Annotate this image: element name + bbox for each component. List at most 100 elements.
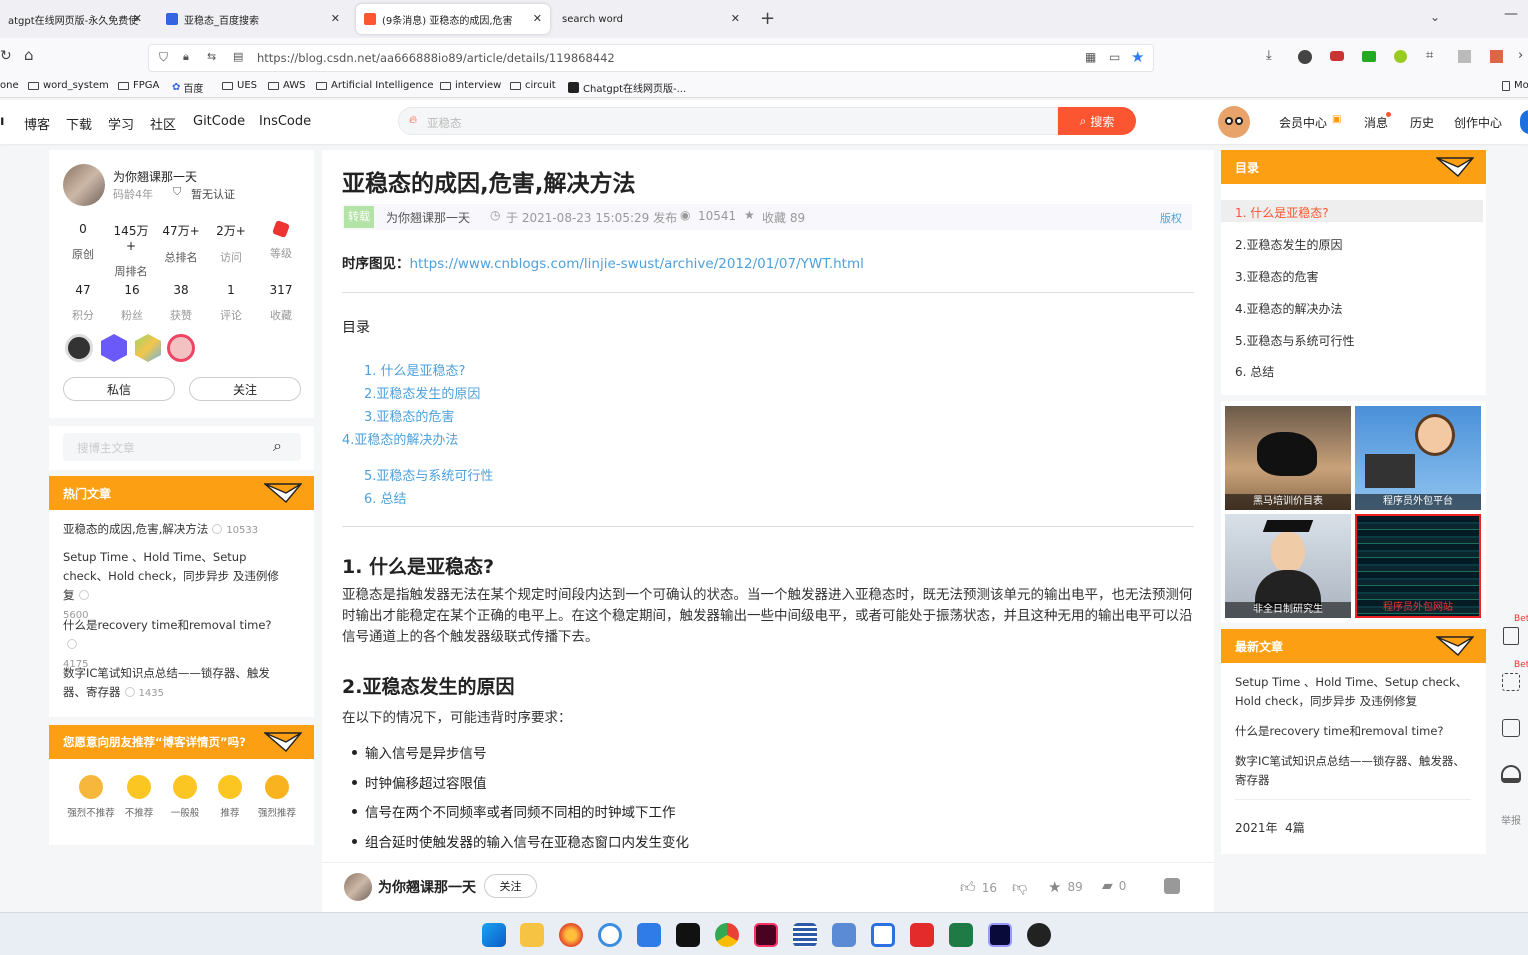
meta-author[interactable]: 为你翘课那一天: [386, 209, 470, 226]
tab-chatgpt[interactable]: atgpt在线网页版-永久免费使 ✕: [0, 4, 150, 34]
toc-link-3[interactable]: 3.亚稳态的危害: [364, 406, 454, 425]
right-toc-item-6[interactable]: 6. 总结: [1235, 363, 1274, 380]
stat-points[interactable]: 47 积分: [63, 283, 103, 323]
extension-icon[interactable]: [1490, 50, 1503, 63]
chrome-icon[interactable]: [715, 923, 739, 947]
author-search-input[interactable]: 搜博主文章: [63, 433, 301, 461]
copyright-link[interactable]: 版权: [1160, 210, 1182, 226]
author-avatar[interactable]: [344, 873, 372, 901]
medal-icon[interactable]: [101, 334, 127, 362]
right-toc-item-1[interactable]: 1. 什么是亚稳态?: [1235, 204, 1329, 221]
bookmark-folder[interactable]: circuit: [510, 80, 556, 91]
new-tab-icon[interactable]: +: [760, 8, 775, 29]
site-search-input[interactable]: 🔥︎ 亚稳态: [398, 107, 1058, 135]
publish-button[interactable]: [1520, 110, 1528, 134]
nav-vip[interactable]: 会员中心: [1279, 114, 1327, 131]
toc-link-5[interactable]: 5.亚稳态与系统可行性: [364, 465, 493, 484]
stat-level[interactable]: 等级: [261, 220, 301, 261]
stat-total-rank[interactable]: 47万+ 总排名: [161, 222, 201, 265]
dislike-button[interactable]: 👎︎: [1012, 878, 1027, 897]
toc-link-2[interactable]: 2.亚稳态发生的原因: [364, 383, 480, 402]
toc-link-1[interactable]: 1. 什么是亚稳态?: [364, 360, 465, 379]
stat-comments[interactable]: 1 评论: [211, 283, 251, 323]
nav-creation[interactable]: 创作中心: [1454, 114, 1502, 131]
stat-favorites[interactable]: 317 收藏: [261, 283, 301, 323]
like-button[interactable]: 👍︎ 16: [960, 878, 997, 897]
medal-icon[interactable]: [167, 334, 195, 362]
rate-recommend[interactable]: 推荐: [206, 775, 254, 819]
shield-icon[interactable]: ⛉: [159, 50, 168, 65]
extension-icon[interactable]: [1394, 50, 1407, 63]
close-icon[interactable]: ✕: [533, 12, 542, 25]
message-button[interactable]: 私信: [63, 377, 175, 401]
file-explorer-icon[interactable]: [520, 923, 544, 947]
bookmark-folder[interactable]: FPGA: [118, 80, 159, 91]
latest-article-item[interactable]: Setup Time 、Hold Time、Setup check、Hold c…: [1235, 673, 1469, 711]
latest-article-item[interactable]: 数字IC笔试知识点总结——锁存器、触发器、寄存器: [1235, 752, 1469, 790]
bookmark-item[interactable]: Chatgpt在线网页版-...: [568, 80, 686, 95]
nav-history[interactable]: 历史: [1410, 114, 1434, 131]
side-screenshot-button[interactable]: [1494, 666, 1528, 698]
rate-neutral[interactable]: 一般般: [161, 775, 209, 819]
browser-icon[interactable]: [598, 923, 622, 947]
bookmark-folder[interactable]: Artificial Intelligence: [316, 80, 434, 91]
youdao-icon[interactable]: [910, 923, 934, 947]
author-avatar[interactable]: [63, 164, 105, 206]
favorite-button[interactable]: ★ 89: [1048, 878, 1083, 896]
medal-icon[interactable]: [135, 334, 161, 362]
permissions-icon[interactable]: ⇆: [207, 50, 216, 63]
firefox-icon[interactable]: [559, 923, 583, 947]
indesign-icon[interactable]: [754, 923, 778, 947]
nav-community[interactable]: 社区: [150, 114, 176, 133]
follow-button[interactable]: 关注: [189, 377, 301, 401]
ad-graduate[interactable]: 非全日制研究生: [1225, 514, 1351, 618]
right-toc-item-5[interactable]: 5.亚稳态与系统可行性: [1235, 332, 1354, 349]
search-button[interactable]: ⌕ 搜索: [1058, 107, 1136, 135]
bridge-icon[interactable]: [676, 923, 700, 947]
stat-visits[interactable]: 2万+ 访问: [211, 222, 251, 265]
ad-horse[interactable]: 黑马培训价目表: [1225, 406, 1351, 510]
rate-strongly-not-recommend[interactable]: 强烈不推荐: [67, 775, 115, 819]
crop-icon[interactable]: ⌗: [1426, 48, 1433, 63]
bookmark-folder[interactable]: AWS: [268, 80, 306, 91]
tab-baidu[interactable]: 亚稳态_百度搜索 ✕: [158, 4, 348, 34]
ad-outsourcing[interactable]: 程序员外包网站: [1355, 514, 1481, 618]
toc-link-6[interactable]: 6. 总结: [364, 488, 407, 507]
side-notes-button[interactable]: [1494, 620, 1528, 652]
url-text[interactable]: https://blog.csdn.net/aa666888io89/artic…: [257, 51, 615, 65]
user-avatar[interactable]: [1218, 106, 1250, 138]
obs-icon[interactable]: [1027, 923, 1051, 947]
rate-strongly-recommend[interactable]: 强烈推荐: [253, 775, 301, 819]
right-toc-item-2[interactable]: 2.亚稳态发生的原因: [1235, 236, 1342, 253]
nav-gitcode[interactable]: GitCode: [193, 114, 245, 129]
ad-programmer[interactable]: 程序员外包平台: [1355, 406, 1481, 510]
tab-csdn[interactable]: (9条消息) 亚稳态的成因,危害,解决方法 ✕: [356, 4, 550, 34]
toolbar-follow-button[interactable]: 关注: [484, 874, 537, 898]
bookmark-folder[interactable]: interview: [440, 80, 501, 91]
nav-download[interactable]: 下载: [66, 114, 92, 133]
reader-icon[interactable]: ▭: [1109, 50, 1120, 64]
bookmark-folder[interactable]: UES: [222, 80, 257, 91]
windows-start-icon[interactable]: [482, 923, 506, 947]
reference-link[interactable]: https://www.cnblogs.com/linjie-swust/arc…: [410, 256, 864, 272]
latest-article-item[interactable]: 什么是recovery time和removal time?: [1235, 722, 1469, 741]
toc-link-4[interactable]: 4.亚稳态的解决办法: [342, 429, 458, 448]
close-icon[interactable]: ✕: [331, 12, 340, 25]
share-button[interactable]: [1164, 878, 1180, 894]
bookmark-star-icon[interactable]: ★: [1131, 48, 1144, 66]
rate-not-recommend[interactable]: 不推荐: [115, 775, 163, 819]
remote-desktop-icon[interactable]: [832, 923, 856, 947]
chat-icon[interactable]: [871, 923, 895, 947]
reload-icon[interactable]: ↻: [0, 48, 12, 64]
side-edit-button[interactable]: [1494, 712, 1528, 744]
hot-article-item[interactable]: 亚稳态的成因,危害,解决方法 10533: [63, 520, 289, 540]
hot-article-item[interactable]: 数字IC笔试知识点总结——锁存器、触发器、寄存器 1435: [63, 664, 289, 703]
tab-search-word[interactable]: search word ✕: [554, 4, 748, 34]
excel-icon[interactable]: [949, 923, 973, 947]
minimize-icon[interactable]: —: [1504, 6, 1518, 22]
extension-icon[interactable]: [1362, 51, 1376, 62]
comment-button[interactable]: ▰ 0: [1102, 878, 1126, 894]
stat-original[interactable]: 0 原创: [63, 222, 103, 262]
nav-messages[interactable]: 消息: [1364, 114, 1388, 131]
author-name[interactable]: 为你翘课那一天: [113, 168, 197, 185]
